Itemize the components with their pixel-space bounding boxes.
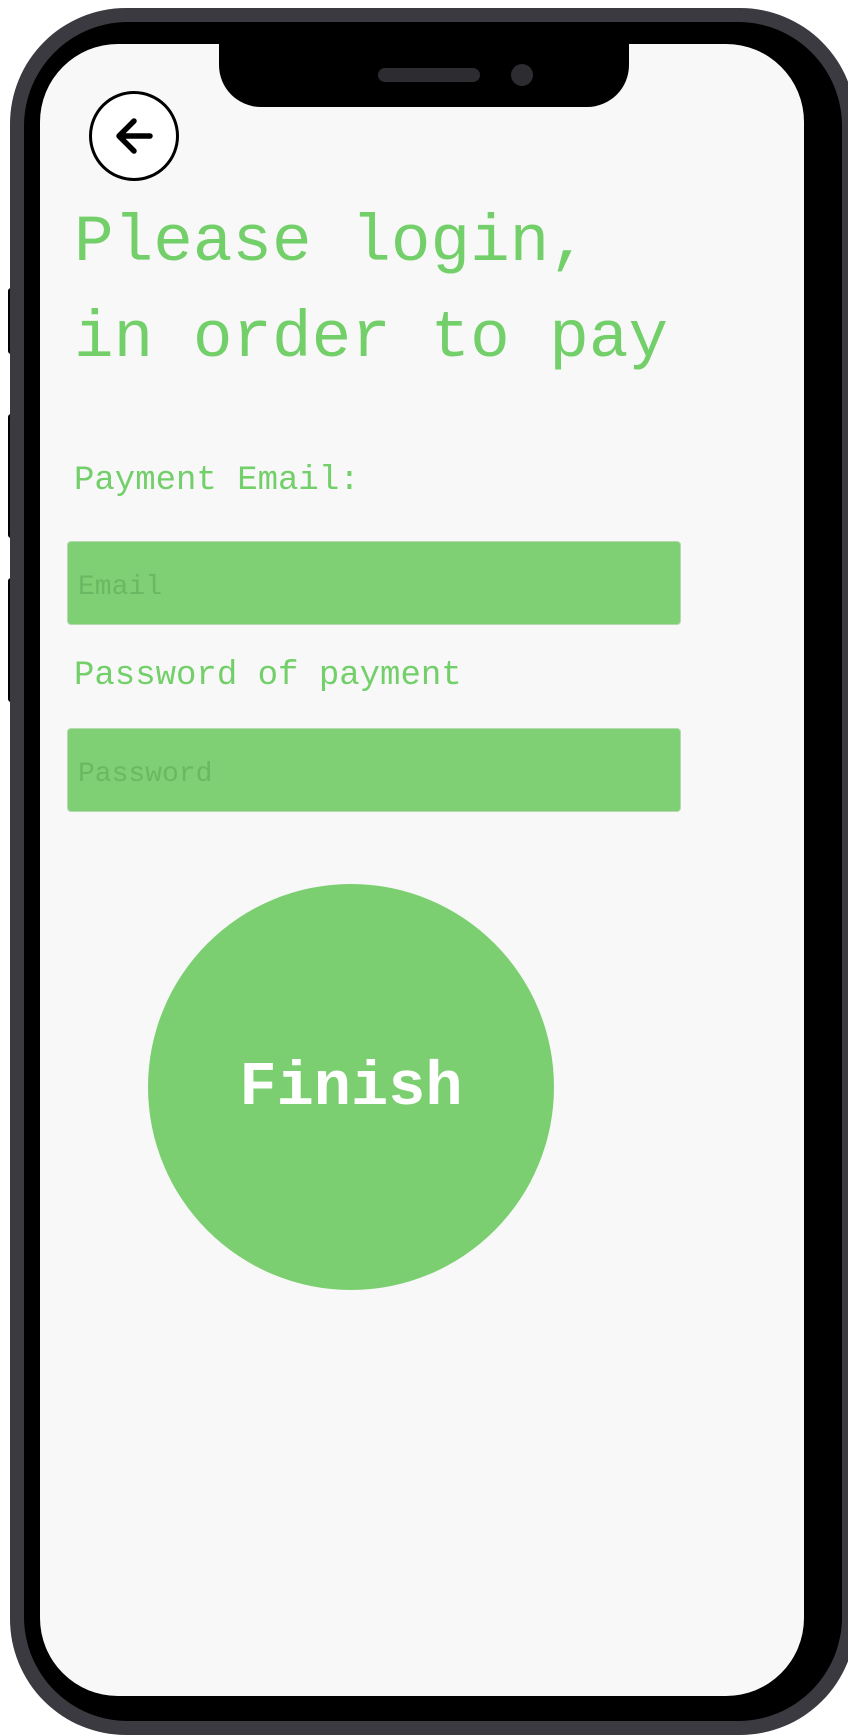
- arrow-left-icon: [116, 118, 153, 154]
- back-button[interactable]: [89, 91, 179, 181]
- earpiece-speaker: [378, 68, 480, 82]
- finish-button[interactable]: Finish: [148, 884, 554, 1290]
- password-field[interactable]: [67, 728, 681, 812]
- front-camera: [511, 64, 533, 86]
- page-title-line-2: in order to pay: [74, 301, 669, 376]
- page-title: Please login, in order to pay: [74, 195, 668, 387]
- password-field-label: Password of payment: [74, 657, 462, 695]
- page-title-line-1: Please login,: [74, 205, 589, 280]
- email-field[interactable]: [67, 541, 681, 625]
- email-field-label: Payment Email:: [74, 462, 360, 500]
